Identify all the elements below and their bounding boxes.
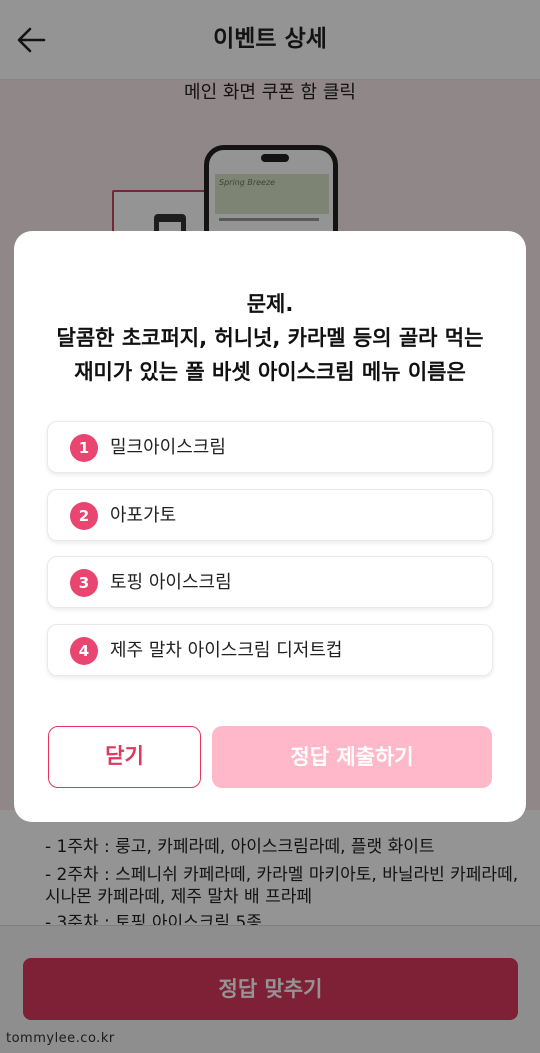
answer-option-3[interactable]: 3 토핑 아이스크림: [47, 556, 493, 608]
question-line: 달콤한 초코퍼지, 허니넛, 카라멜 등의 골라 먹는: [56, 326, 484, 350]
option-label: 아포가토: [110, 505, 177, 526]
question-title: 문제.: [246, 292, 294, 316]
option-label: 제주 말차 아이스크림 디저트컵: [110, 640, 343, 661]
option-label: 토핑 아이스크림: [110, 572, 232, 593]
close-button[interactable]: 닫기: [48, 726, 201, 788]
option-number-badge: 2: [70, 502, 98, 530]
submit-answer-button[interactable]: 정답 제출하기: [212, 726, 492, 788]
option-number-badge: 1: [70, 434, 98, 462]
option-number-badge: 3: [70, 569, 98, 597]
option-label: 밀크아이스크림: [110, 437, 226, 458]
answer-option-1[interactable]: 1 밀크아이스크림: [47, 421, 493, 473]
quiz-modal: 문제. 달콤한 초코퍼지, 허니넛, 카라멜 등의 골라 먹는 재미가 있는 폴…: [14, 231, 526, 822]
question-line: 재미가 있는 폴 바셋 아이스크림 메뉴 이름은: [74, 360, 466, 384]
option-number-badge: 4: [70, 637, 98, 665]
answer-option-2[interactable]: 2 아포가토: [47, 489, 493, 541]
answer-option-4[interactable]: 4 제주 말차 아이스크림 디저트컵: [47, 624, 493, 676]
question-text: 문제. 달콤한 초코퍼지, 허니넛, 카라멜 등의 골라 먹는 재미가 있는 폴…: [14, 287, 526, 389]
